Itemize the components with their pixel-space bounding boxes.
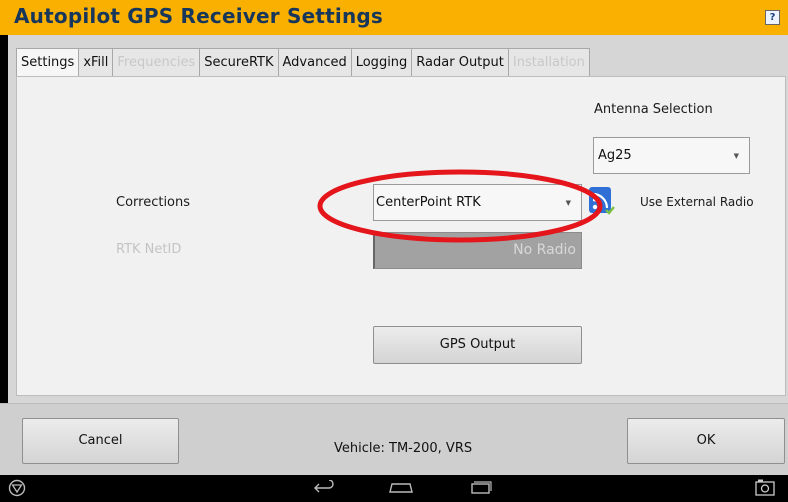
ok-button[interactable]: OK xyxy=(627,418,785,464)
window-title: Autopilot GPS Receiver Settings xyxy=(14,4,384,28)
corrections-label: Corrections xyxy=(116,195,191,210)
tab-xfill[interactable]: xFill xyxy=(78,48,114,76)
antenna-selection-label: Antenna Selection xyxy=(594,102,713,117)
vehicle-status: Vehicle: TM-200, VRS xyxy=(334,441,473,456)
tab-logging[interactable]: Logging xyxy=(350,48,413,76)
tab-installation: Installation xyxy=(507,48,590,76)
tab-radar-output[interactable]: Radar Output xyxy=(411,48,509,76)
home-icon[interactable] xyxy=(389,481,413,495)
back-icon[interactable] xyxy=(313,480,335,496)
recent-apps-icon[interactable] xyxy=(470,480,492,496)
rtk-netid-label: RTK NetID xyxy=(116,242,182,257)
tab-bar: Settings xFill Frequencies SecureRTK Adv… xyxy=(16,48,590,77)
use-external-radio-label: Use External Radio xyxy=(640,195,754,209)
tab-advanced[interactable]: Advanced xyxy=(277,48,352,76)
cancel-button[interactable]: Cancel xyxy=(22,418,179,464)
rtk-netid-field: No Radio xyxy=(373,232,582,269)
antenna-select-value: Ag25 xyxy=(598,148,632,163)
radio-antenna-icon[interactable] xyxy=(589,187,615,217)
antenna-select[interactable]: Ag25 ▼ xyxy=(593,137,750,174)
title-bar: Autopilot GPS Receiver Settings ? xyxy=(0,0,788,35)
corrections-select-value: CenterPoint RTK xyxy=(376,195,481,210)
screenshot-icon[interactable] xyxy=(754,478,776,498)
help-button[interactable]: ? xyxy=(765,10,780,25)
android-nav-bar xyxy=(0,475,788,502)
tab-frequencies: Frequencies xyxy=(112,48,201,76)
gps-output-button[interactable]: GPS Output xyxy=(373,326,582,364)
chevron-down-icon: ▼ xyxy=(733,151,739,160)
tab-securertk[interactable]: SecureRTK xyxy=(199,48,279,76)
corrections-select[interactable]: CenterPoint RTK ▼ xyxy=(373,184,582,221)
chevron-down-icon: ▼ xyxy=(565,198,571,207)
tab-settings[interactable]: Settings xyxy=(16,48,80,77)
rtk-netid-value: No Radio xyxy=(513,242,576,258)
trimble-logo-icon[interactable] xyxy=(7,478,27,498)
